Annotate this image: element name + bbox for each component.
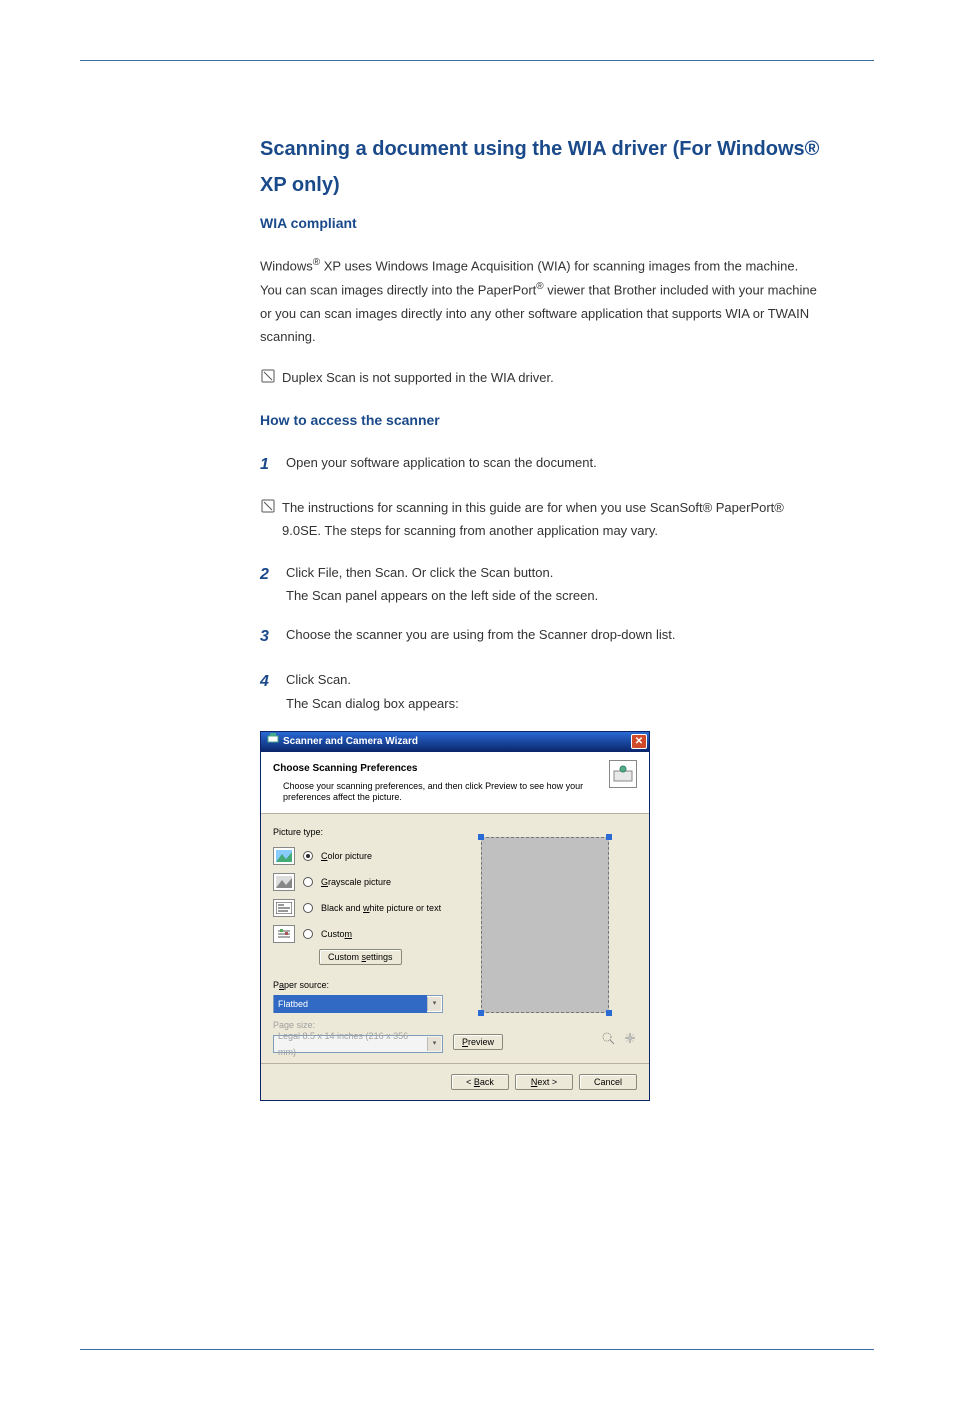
top-divider xyxy=(80,60,874,61)
crop-handle[interactable] xyxy=(606,1010,612,1016)
color-picture-radio[interactable] xyxy=(303,851,313,861)
chevron-down-icon: ▾ xyxy=(427,997,441,1011)
step-3-text: Choose the scanner you are using from th… xyxy=(286,623,676,652)
picture-type-label: Picture type: xyxy=(273,824,443,840)
color-picture-label: CColor pictureolor picture xyxy=(321,848,372,864)
grayscale-picture-label: Grayscale picture xyxy=(321,874,391,890)
titlebar[interactable]: Scanner and Camera Wizard ✕ xyxy=(261,732,649,752)
step-number: 3 xyxy=(260,623,274,652)
close-icon: ✕ xyxy=(635,733,643,751)
chevron-down-icon: ▾ xyxy=(427,1037,441,1051)
page-size-dropdown: Legal 8.5 x 14 inches (216 x 356 mm) ▾ xyxy=(273,1035,443,1053)
subheading-wia-compliant: WIA compliant xyxy=(260,211,820,236)
paper-source-label: Paper source: xyxy=(273,977,443,993)
note-icon xyxy=(260,368,276,384)
note-2-text: The instructions for scanning in this gu… xyxy=(282,496,820,543)
window-title: Scanner and Camera Wizard xyxy=(283,733,418,751)
close-button[interactable]: ✕ xyxy=(631,734,647,749)
subheading-access-scanner: How to access the scanner xyxy=(260,408,820,433)
wizard-subheading: Choose your scanning preferences, and th… xyxy=(273,781,609,804)
step-number: 1 xyxy=(260,451,274,480)
page-size-value: Legal 8.5 x 14 inches (216 x 356 mm) xyxy=(274,1027,427,1061)
page-heading: Scanning a document using the WIA driver… xyxy=(260,131,820,203)
preview-area xyxy=(453,824,637,1025)
next-button[interactable]: Next > xyxy=(515,1074,573,1090)
paper-source-value: Flatbed xyxy=(274,995,427,1013)
bw-picture-icon xyxy=(273,899,295,917)
note-text: Duplex Scan is not supported in the WIA … xyxy=(282,366,554,389)
preview-canvas[interactable] xyxy=(481,837,609,1013)
registered-mark: ® xyxy=(536,281,543,292)
note-icon xyxy=(260,498,276,514)
grayscale-picture-radio[interactable] xyxy=(303,877,313,887)
scanner-wizard-dialog: Scanner and Camera Wizard ✕ Choose Scann… xyxy=(260,731,650,1101)
bw-picture-label: Black and white picture or text xyxy=(321,900,441,916)
paper-source-dropdown[interactable]: Flatbed ▾ xyxy=(273,995,443,1013)
wizard-header-icon xyxy=(609,760,637,788)
crop-handle[interactable] xyxy=(606,834,612,840)
step-number: 2 xyxy=(260,561,274,608)
wizard-heading: Choose Scanning Preferences xyxy=(273,760,609,778)
zoom-icon[interactable] xyxy=(601,1031,615,1053)
step-2-text: Click File, then Scan. Or click the Scan… xyxy=(286,561,598,608)
custom-picture-radio[interactable] xyxy=(303,929,313,939)
color-picture-icon xyxy=(273,847,295,865)
custom-settings-button[interactable]: Custom settings xyxy=(319,949,402,965)
grayscale-picture-icon xyxy=(273,873,295,891)
custom-picture-label: Custom xyxy=(321,926,352,942)
custom-picture-icon xyxy=(273,925,295,943)
cancel-button[interactable]: Cancel xyxy=(579,1074,637,1090)
enlarge-icon[interactable] xyxy=(623,1031,637,1053)
step-number: 4 xyxy=(260,668,274,715)
crop-handle[interactable] xyxy=(478,834,484,840)
step-4-text: Click Scan. The Scan dialog box appears: xyxy=(286,668,459,715)
back-button[interactable]: < Back xyxy=(451,1074,509,1090)
preview-button[interactable]: Preview xyxy=(453,1034,503,1050)
titlebar-icon xyxy=(267,732,279,751)
bw-picture-radio[interactable] xyxy=(303,903,313,913)
intro-paragraph: Windows® XP uses Windows Image Acquisiti… xyxy=(260,254,820,348)
step-1-text: Open your software application to scan t… xyxy=(286,451,597,480)
crop-handle[interactable] xyxy=(478,1010,484,1016)
